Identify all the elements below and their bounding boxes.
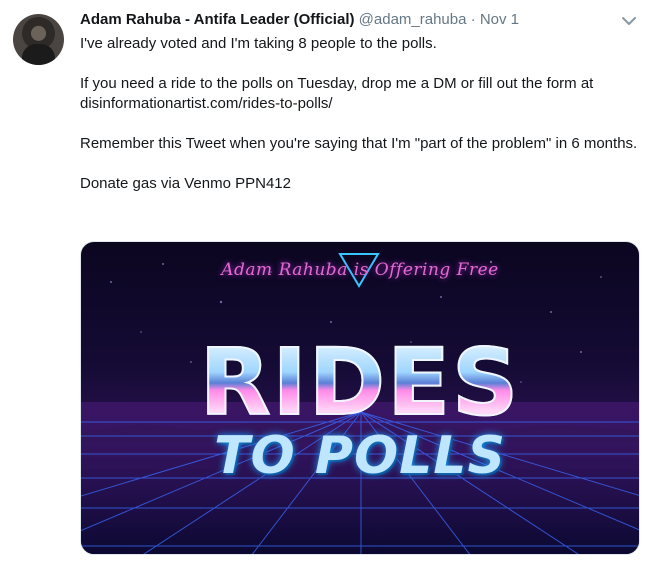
tweet-text: I've already voted and I'm taking 8 peop…: [80, 34, 640, 214]
chevron-down-icon[interactable]: [620, 12, 638, 30]
tweet-paragraph: Donate gas via Venmo PPN412: [80, 175, 291, 192]
avatar-figure: [22, 44, 55, 65]
media-title-rides: RIDES: [81, 336, 639, 430]
separator-dot: ·: [470, 11, 476, 28]
tweet-paragraph: If you need a ride to the polls on Tuesd…: [80, 75, 594, 112]
author-name[interactable]: Adam Rahuba - Antifa Leader (Official): [80, 11, 354, 28]
tweet-paragraph: Remember this Tweet when you're saying t…: [80, 135, 638, 152]
author-handle[interactable]: @adam_rahuba: [359, 11, 467, 28]
tweet-media-image[interactable]: Adam Rahuba is Offering Free RIDES TO PO…: [80, 241, 640, 555]
media-tagline: Adam Rahuba is Offering Free: [221, 260, 499, 280]
avatar[interactable]: [13, 14, 64, 65]
media-title-to-polls: TO POLLS: [214, 426, 506, 486]
tweet-header: Adam Rahuba - Antifa Leader (Official) @…: [80, 10, 610, 29]
tweet-paragraph: I've already voted and I'm taking 8 peop…: [80, 35, 437, 52]
tweet-date[interactable]: Nov 1: [480, 11, 519, 28]
